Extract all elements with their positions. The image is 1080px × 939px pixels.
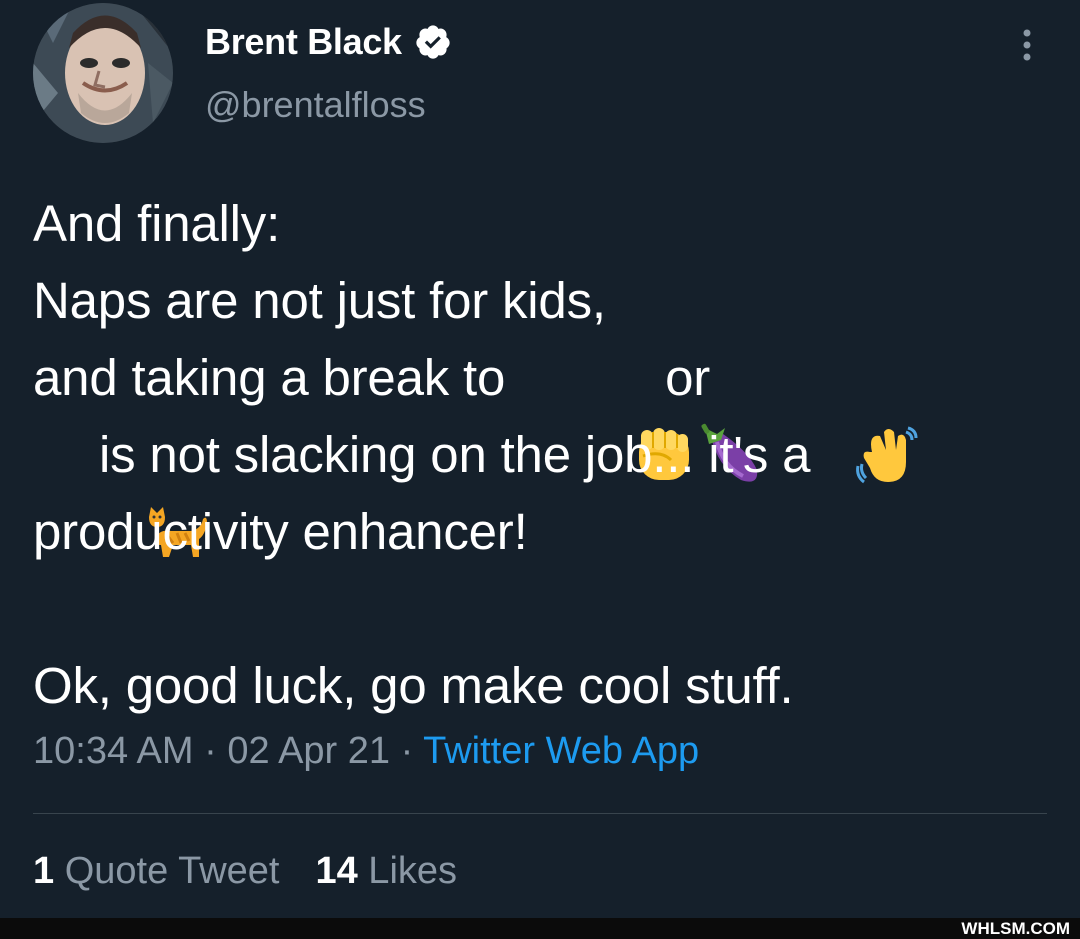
watermark-bar bbox=[0, 918, 1080, 939]
quote-tweets-stat[interactable]: 1 Quote Tweet bbox=[33, 850, 279, 893]
display-name[interactable]: Brent Black bbox=[205, 21, 402, 63]
more-options-icon[interactable] bbox=[1013, 26, 1041, 66]
eggplant-emoji-icon bbox=[585, 345, 758, 482]
tweet-text-segment: is not slacking on the job... it's a bbox=[99, 426, 811, 483]
likes-stat[interactable]: 14 Likes bbox=[315, 850, 457, 893]
tweet-card: Brent Black @brentalfloss And finally: N… bbox=[0, 0, 1080, 918]
tweet-line: And finally: bbox=[33, 195, 281, 252]
cat-emoji-icon bbox=[33, 422, 207, 557]
like-label: Likes bbox=[357, 850, 458, 892]
waving-hand-emoji-icon bbox=[742, 345, 918, 483]
watermark: WHLSM.COM bbox=[961, 919, 1070, 938]
avatar-image bbox=[33, 3, 173, 143]
tweet-time[interactable]: 10:34 AM bbox=[33, 730, 194, 772]
avatar[interactable] bbox=[33, 3, 173, 143]
separator: · bbox=[193, 730, 228, 772]
tweet-stats: 1 Quote Tweet 14 Likes bbox=[33, 850, 457, 893]
tweet-date[interactable]: 02 Apr 21 bbox=[227, 730, 390, 772]
raised-fist-emoji-icon bbox=[519, 345, 689, 480]
quote-count: 1 bbox=[33, 850, 55, 892]
author-row: Brent Black bbox=[205, 18, 452, 66]
divider bbox=[33, 813, 1047, 814]
tweet-line: Ok, good luck, go make cool stuff. bbox=[33, 657, 794, 714]
author-handle[interactable]: @brentalfloss bbox=[205, 84, 426, 126]
separator: · bbox=[390, 730, 424, 772]
tweet-text-segment: and taking a break to bbox=[33, 349, 520, 406]
tweet-line: and taking a break to or bbox=[33, 339, 1043, 483]
tweet-metadata: 10:34 AM · 02 Apr 21 · Twitter Web App bbox=[33, 730, 699, 773]
tweet-source-link[interactable]: Twitter Web App bbox=[423, 730, 699, 772]
tweet-text-segment: or bbox=[651, 349, 724, 406]
like-count: 14 bbox=[315, 850, 358, 892]
tweet-line: Naps are not just for kids, bbox=[33, 272, 606, 329]
quote-label: Quote Tweet bbox=[54, 850, 280, 892]
tweet-text: And finally: Naps are not just for kids,… bbox=[33, 185, 1043, 724]
verified-badge-icon bbox=[414, 23, 452, 61]
